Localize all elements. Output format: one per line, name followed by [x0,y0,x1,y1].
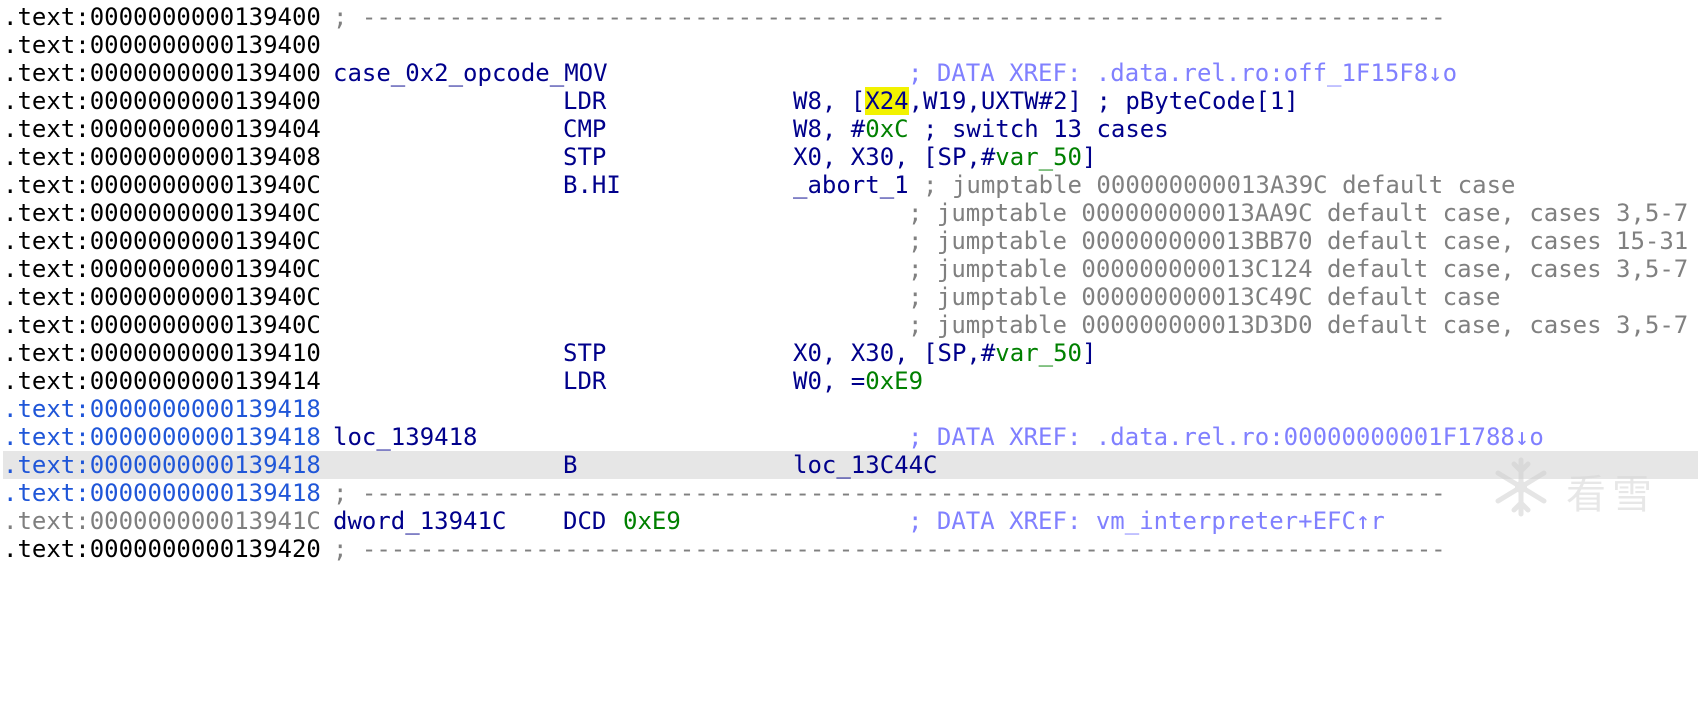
address: .text:0000000000139418 [3,479,321,507]
listing-row[interactable]: .text:0000000000139408 STP X0, X30, [SP,… [3,143,1698,171]
address: .text:0000000000139400 [3,31,321,59]
data-label[interactable]: dword_13941C [333,507,506,535]
address: .text:0000000000139400 [3,59,321,87]
address: .text:0000000000139418 [3,451,321,479]
jumptable-comment: ; jumptable 000000000013BB70 default cas… [908,227,1689,255]
listing-row[interactable]: .text:0000000000139418 ; ---------------… [3,479,1698,507]
stack-variable[interactable]: var_50 [995,143,1082,171]
address: .text:000000000013940C [3,283,321,311]
mnemonic[interactable]: LDR [563,87,606,115]
separator-comment: ; --------------------------------------… [333,3,1446,31]
address: .text:0000000000139420 [3,535,321,563]
address: .text:000000000013940C [3,311,321,339]
listing-row[interactable]: .text:0000000000139414 LDR W0, =0xE9 [3,367,1698,395]
code-label[interactable]: case_0x2_opcode_MOV [333,59,608,87]
inline-comment: ; jumptable 000000000013A39C default cas… [908,171,1516,199]
listing-row[interactable]: .text:0000000000139400 case_0x2_opcode_M… [3,59,1698,87]
inline-comment: ; pByteCode[1] [1082,87,1299,115]
mnemonic[interactable]: STP [563,339,606,367]
snowflake-icon [1495,457,1547,517]
listing-row[interactable]: .text:000000000013940C ; jumptable 00000… [3,255,1698,283]
operands[interactable]: _abort_1 ; jumptable 000000000013A39C de… [793,171,1515,199]
address: .text:0000000000139414 [3,367,321,395]
operand-text: W8, # [793,115,866,143]
address: .text:000000000013941C [3,507,321,535]
address: .text:0000000000139404 [3,115,321,143]
jumptable-comment: ; jumptable 000000000013AA9C default cas… [908,199,1689,227]
jumptable-comment: ; jumptable 000000000013C124 default cas… [908,255,1689,283]
jumptable-comment: ; jumptable 000000000013C49C default cas… [908,283,1501,311]
mnemonic[interactable]: B.HI [563,171,621,199]
address: .text:0000000000139418 [3,423,321,451]
disassembly-listing[interactable]: .text:0000000000139400 ; ---------------… [3,3,1698,563]
inline-comment: ; switch 13 cases [908,115,1169,143]
immediate-value: 0xE9 [865,367,924,395]
xref-comment[interactable]: ; DATA XREF: .data.rel.ro:00000000001F17… [908,423,1544,451]
operands[interactable]: W8, [X24,W19,UXTW#2] ; pByteCode[1] [793,87,1299,115]
separator-comment: ; --------------------------------------… [333,479,1446,507]
xref-comment[interactable]: ; DATA XREF: .data.rel.ro:off_1F15F8↓o [908,59,1457,87]
address: .text:000000000013940C [3,171,321,199]
address: .text:000000000013940C [3,199,321,227]
operand-text: W8, [ [793,87,866,115]
highlighted-register[interactable]: X24 [865,87,909,115]
address: .text:0000000000139400 [3,87,321,115]
listing-row[interactable]: .text:000000000013940C ; jumptable 00000… [3,311,1698,339]
listing-row[interactable]: .text:0000000000139418 [3,395,1698,423]
jumptable-comment: ; jumptable 000000000013D3D0 default cas… [908,311,1689,339]
operands[interactable]: X0, X30, [SP,#var_50] [793,339,1096,367]
listing-row[interactable]: .text:0000000000139400 [3,31,1698,59]
operand-text: ,W19,UXTW#2] [908,87,1082,115]
address: .text:000000000013940C [3,255,321,283]
mnemonic[interactable]: STP [563,143,606,171]
operand-text: W0, = [793,367,866,395]
mnemonic[interactable]: LDR [563,367,606,395]
branch-target[interactable]: loc_13C44C [793,451,938,479]
current-listing-row[interactable]: .text:0000000000139418 B loc_13C44C [3,451,1698,479]
listing-row[interactable]: .text:000000000013940C ; jumptable 00000… [3,199,1698,227]
operand-text: X0, X30, [SP,# [793,143,996,171]
listing-row[interactable]: .text:000000000013940C ; jumptable 00000… [3,283,1698,311]
operands[interactable]: X0, X30, [SP,#var_50] [793,143,1096,171]
address: .text:0000000000139410 [3,339,321,367]
listing-row[interactable]: .text:0000000000139418 loc_139418 ; DATA… [3,423,1698,451]
operands[interactable]: W8, #0xC ; switch 13 cases [793,115,1169,143]
operand-text: ] [1082,143,1097,171]
watermark: 看雪 [1488,454,1688,520]
address: .text:000000000013940C [3,227,321,255]
immediate-value: 0xC [865,115,909,143]
listing-row[interactable]: .text:0000000000139420 ; ---------------… [3,535,1698,563]
address: .text:0000000000139408 [3,143,321,171]
xref-comment[interactable]: ; DATA XREF: vm_interpreter+EFC↑r [908,507,1385,535]
separator-comment: ; --------------------------------------… [333,535,1446,563]
mnemonic[interactable]: CMP [563,115,606,143]
listing-row[interactable]: .text:0000000000139404 CMP W8, #0xC ; sw… [3,115,1698,143]
operand-text: X0, X30, [SP,# [793,339,996,367]
mnemonic[interactable]: DCD [563,507,606,535]
listing-row[interactable]: .text:0000000000139400 LDR W8, [X24,W19,… [3,87,1698,115]
listing-row[interactable]: .text:0000000000139410 STP X0, X30, [SP,… [3,339,1698,367]
immediate-value: 0xE9 [623,507,681,535]
watermark-text: 看雪 [1566,472,1658,518]
listing-row[interactable]: .text:000000000013940C ; jumptable 00000… [3,227,1698,255]
stack-variable[interactable]: var_50 [995,339,1082,367]
listing-row[interactable]: .text:000000000013941C dword_13941C DCD … [3,507,1698,535]
mnemonic[interactable]: B [563,451,577,479]
listing-row[interactable]: .text:000000000013940C B.HI _abort_1 ; j… [3,171,1698,199]
address: .text:0000000000139400 [3,3,321,31]
operand-text: ] [1082,339,1097,367]
listing-row[interactable]: .text:0000000000139400 ; ---------------… [3,3,1698,31]
address: .text:0000000000139418 [3,395,321,423]
branch-target[interactable]: _abort_1 [793,171,909,199]
operands[interactable]: W0, =0xE9 [793,367,923,395]
code-label[interactable]: loc_139418 [333,423,478,451]
